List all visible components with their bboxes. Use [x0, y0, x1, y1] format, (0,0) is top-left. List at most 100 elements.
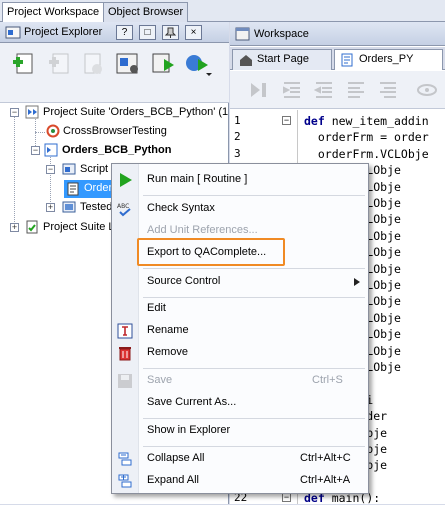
menu-item-remove[interactable]: Remove — [112, 342, 368, 364]
add-existing-item-icon — [49, 53, 69, 74]
indent-icon — [283, 82, 300, 98]
code-line: orderFrm = order — [304, 130, 429, 145]
script-unit-icon — [67, 182, 79, 196]
line-number: 1 — [234, 114, 241, 127]
suite-logs-icon — [26, 220, 38, 234]
svg-text:ABC: ABC — [117, 203, 129, 210]
tree-item-project-suite[interactable]: − Project Suite 'Orders_BCB_Python' (1 — [0, 104, 229, 122]
pin-button[interactable] — [162, 25, 179, 40]
tab-project-workspace[interactable]: Project Workspace — [2, 2, 105, 23]
menu-item-label: Source Control — [147, 275, 221, 287]
tree-item-label: Project Suite L — [43, 221, 115, 233]
run-icon — [120, 173, 132, 187]
tab-orders-py[interactable]: Orders_PY — [334, 49, 443, 70]
menu-item-label: Save Current As... — [147, 396, 237, 408]
project-explorer-header: Project Explorer ? □ × — [0, 22, 229, 43]
context-menu: Run main [ Routine ] ABC Check Syntax Ad… — [111, 163, 369, 494]
menu-item-shortcut: Ctrl+S — [312, 374, 343, 386]
menu-separator — [143, 195, 365, 196]
tree-item-label: Script — [80, 163, 109, 175]
cross-browser-icon — [46, 124, 60, 138]
project-properties-icon[interactable] — [114, 51, 142, 77]
menu-separator — [143, 268, 365, 269]
menu-item-label: Rename — [147, 324, 189, 336]
line-number: 3 — [234, 146, 241, 160]
trash-icon — [119, 347, 131, 361]
help-button[interactable]: ? — [116, 25, 133, 40]
workspace-icon — [235, 27, 250, 41]
run-project-icon[interactable] — [150, 51, 178, 77]
tree-item-crossbrowser[interactable]: CrossBrowserTesting — [0, 123, 229, 141]
menu-item-label: Run main [ Routine ] — [147, 173, 248, 185]
menu-item-label: Edit — [147, 302, 166, 314]
menu-item-shortcut: Ctrl+Alt+C — [300, 452, 351, 464]
tab-start-page[interactable]: Start Page — [232, 49, 332, 70]
menu-item-label: Show in Explorer — [147, 424, 231, 436]
code-line: orderFrm.VCLObje — [304, 146, 429, 161]
collapse-toggle[interactable]: − — [10, 108, 19, 117]
tree-item-project[interactable]: − Orders_BCB_Python — [0, 142, 229, 160]
code-line: def new_item_addin — [304, 114, 429, 128]
menu-item-shortcut: Ctrl+Alt+A — [300, 474, 351, 486]
collapse-all-icon — [118, 452, 132, 466]
menu-item-label: Remove — [147, 346, 188, 358]
menu-separator — [143, 368, 365, 369]
project-suite-icon — [25, 105, 39, 119]
menu-item-save[interactable]: Save Ctrl+S — [112, 370, 368, 392]
tree-item-label: Tested — [80, 201, 113, 213]
tab-object-browser[interactable]: Object Browser — [103, 2, 189, 22]
float-button[interactable]: □ — [139, 25, 156, 40]
menu-item-collapse-all[interactable]: Collapse All Ctrl+Alt+C — [112, 448, 368, 470]
home-icon — [240, 55, 252, 66]
menu-separator — [143, 418, 365, 419]
fold-toggle-icon[interactable]: − — [282, 116, 291, 125]
run-suite-icon[interactable] — [184, 51, 212, 77]
close-panel-button[interactable]: × — [185, 25, 202, 40]
menu-item-label: Add Unit References... — [147, 224, 258, 236]
expand-all-icon — [118, 474, 132, 488]
script-file-icon — [341, 53, 353, 67]
outdent-icon — [314, 82, 332, 98]
menu-item-expand-all[interactable]: Expand All Ctrl+Alt+A — [112, 470, 368, 492]
menu-item-check-syntax[interactable]: ABC Check Syntax — [112, 198, 368, 220]
submenu-arrow-icon — [354, 278, 360, 286]
menu-separator — [143, 446, 365, 447]
menu-item-label: Save — [147, 374, 173, 386]
workspace-header: Workspace — [230, 22, 445, 46]
menu-item-run-main[interactable]: Run main [ Routine ] — [112, 169, 368, 191]
project-explorer-title: Project Explorer — [24, 26, 103, 38]
tab-label: Orders_PY — [359, 53, 414, 65]
expand-toggle[interactable]: + — [46, 203, 55, 212]
tree-item-label: CrossBrowserTesting — [63, 125, 167, 137]
keyword: def — [304, 114, 325, 128]
expand-toggle[interactable]: + — [10, 223, 19, 232]
uncomment-icon — [380, 82, 396, 98]
menu-item-rename[interactable]: Rename — [112, 320, 368, 342]
project-explorer-toolbar — [0, 43, 229, 103]
workspace-title: Workspace — [254, 28, 309, 40]
menu-item-save-current-as[interactable]: Save Current As... — [112, 392, 368, 414]
menu-item-label: Check Syntax — [147, 202, 215, 214]
rename-icon — [117, 323, 133, 339]
save-icon — [118, 374, 132, 388]
script-folder-icon — [62, 163, 76, 175]
fold-toggle-icon[interactable]: − — [282, 493, 291, 503]
collapse-toggle[interactable]: − — [31, 146, 40, 155]
collapse-toggle[interactable]: − — [46, 165, 55, 174]
menu-item-edit[interactable]: Edit — [112, 298, 368, 320]
top-tab-strip: Project Workspace Object Browser — [0, 0, 445, 23]
comment-icon — [348, 82, 364, 98]
menu-item-show-in-explorer[interactable]: Show in Explorer — [112, 420, 368, 442]
run-routine-icon — [251, 83, 266, 97]
tab-label: Start Page — [257, 53, 309, 65]
add-new-item-icon[interactable] — [10, 51, 38, 77]
remove-item-icon — [84, 53, 102, 74]
export-highlight-frame — [137, 238, 285, 266]
pin-icon — [164, 27, 177, 38]
tested-apps-icon — [62, 201, 76, 213]
editor-tab-strip: Start Page Orders_PY — [230, 47, 445, 70]
editor-toolbar — [230, 71, 445, 109]
menu-item-source-control[interactable]: Source Control — [112, 271, 368, 293]
menu-item-label: Expand All — [147, 474, 199, 486]
project-explorer-icon — [5, 26, 21, 39]
